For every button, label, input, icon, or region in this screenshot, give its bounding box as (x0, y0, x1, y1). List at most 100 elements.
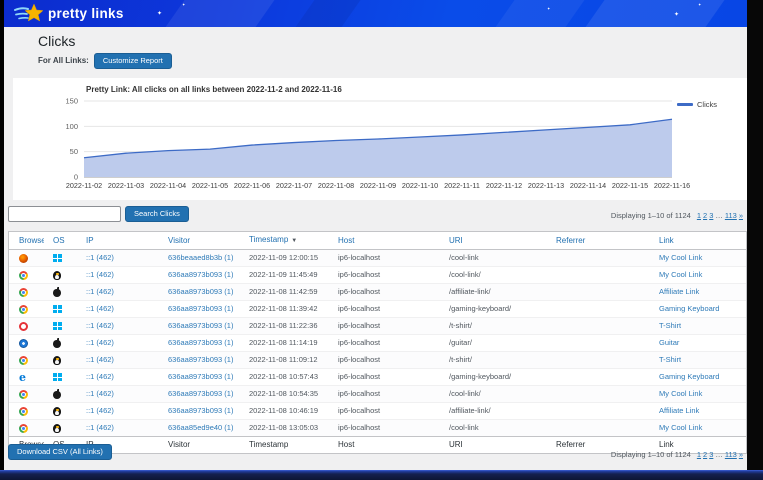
visitor-link[interactable]: 636aa8973b093 (1) (168, 304, 233, 313)
windows-os-icon (53, 322, 62, 330)
ip-cell: ::1 (462) (77, 318, 159, 335)
page-link-2[interactable]: 2 (703, 450, 707, 459)
pagination-summary: Displaying 1–10 of 1124 (611, 450, 691, 459)
pagination-summary: Displaying 1–10 of 1124 (611, 211, 691, 220)
link-cell: My Cool Link (650, 386, 746, 403)
mac-os-icon (53, 340, 61, 348)
pretty-link[interactable]: T-Shirt (659, 355, 681, 364)
column-header-host[interactable]: Host (329, 232, 440, 250)
search-input[interactable] (8, 206, 121, 222)
ip-link[interactable]: ::1 (462) (86, 372, 114, 381)
column-header-link[interactable]: Link (650, 232, 746, 250)
uri-cell: /cool-link/ (440, 267, 547, 284)
next-page-link[interactable]: » (739, 211, 743, 220)
pretty-link[interactable]: Gaming Keyboard (659, 304, 719, 313)
referrer-cell (547, 352, 650, 369)
visitor-link[interactable]: 636aa85ed9e40 (1) (168, 423, 233, 432)
referrer-cell (547, 369, 650, 386)
pretty-link[interactable]: T-Shirt (659, 321, 681, 330)
column-header-visitor[interactable]: Visitor (159, 232, 240, 250)
column-header-timestamp[interactable]: Timestamp▼ (240, 232, 329, 250)
linux-os-icon (53, 424, 61, 433)
ip-link[interactable]: ::1 (462) (86, 304, 114, 313)
filter-label: For All Links: (38, 56, 89, 65)
host-cell: ip6-localhost (329, 386, 440, 403)
opera-browser-icon (19, 322, 28, 331)
page-link-1[interactable]: 1 (697, 211, 701, 220)
host-cell: ip6-localhost (329, 267, 440, 284)
pretty-link[interactable]: My Cool Link (659, 423, 702, 432)
ip-link[interactable]: ::1 (462) (86, 253, 114, 262)
visitor-link[interactable]: 636aa8973b093 (1) (168, 338, 233, 347)
visitor-link[interactable]: 636aa8973b093 (1) (168, 355, 233, 364)
timestamp-cell: 2022-11-08 11:14:19 (240, 335, 329, 352)
uri-cell: /t-shirt/ (440, 318, 547, 335)
column-header-os[interactable]: OS (44, 232, 77, 250)
visitor-link[interactable]: 636aa8973b093 (1) (168, 287, 233, 296)
click-row: ::1 (462)636aa8973b093 (1)2022-11-08 11:… (9, 352, 746, 369)
chrome-browser-icon (19, 390, 28, 399)
ip-cell: ::1 (462) (77, 335, 159, 352)
pretty-link[interactable]: Affiliate Link (659, 406, 699, 415)
linux-os-icon (53, 356, 61, 365)
pretty-link[interactable]: Gaming Keyboard (659, 372, 719, 381)
logo-text: pretty links (48, 6, 124, 21)
pretty-link[interactable]: My Cool Link (659, 253, 702, 262)
search-clicks-button[interactable]: Search Clicks (125, 206, 189, 222)
visitor-link[interactable]: 636aa8973b093 (1) (168, 406, 233, 415)
visitor-link[interactable]: 636aa8973b093 (1) (168, 389, 233, 398)
visitor-link[interactable]: 636beaaed8b3b (1) (168, 253, 233, 262)
ip-link[interactable]: ::1 (462) (86, 338, 114, 347)
click-row: ::1 (462)636aa8973b093 (1)2022-11-08 10:… (9, 403, 746, 420)
ip-link[interactable]: ::1 (462) (86, 423, 114, 432)
page-link-last[interactable]: 113 (725, 211, 737, 220)
host-cell: ip6-localhost (329, 420, 440, 437)
ip-link[interactable]: ::1 (462) (86, 287, 114, 296)
click-row: e::1 (462)636aa8973b093 (1)2022-11-08 10… (9, 369, 746, 386)
os-cell (44, 250, 77, 267)
column-header-referrer[interactable]: Referrer (547, 232, 650, 250)
browser-cell (9, 318, 44, 335)
ip-link[interactable]: ::1 (462) (86, 355, 114, 364)
page-link-3[interactable]: 3 (709, 211, 713, 220)
visitor-cell: 636aa8973b093 (1) (159, 335, 240, 352)
pretty-links-logo[interactable]: pretty links (14, 2, 124, 24)
page-title: Clicks (38, 33, 75, 49)
clicks-table: BrowserOSIPVisitorTimestamp▼HostURIRefer… (8, 231, 747, 454)
ip-link[interactable]: ::1 (462) (86, 389, 114, 398)
referrer-cell (547, 420, 650, 437)
host-cell: ip6-localhost (329, 318, 440, 335)
download-csv-button[interactable]: Download CSV (All Links) (8, 444, 112, 460)
host-cell: ip6-localhost (329, 403, 440, 420)
ip-cell: ::1 (462) (77, 284, 159, 301)
customize-report-button[interactable]: Customize Report (94, 53, 172, 69)
sparkle-icon: ✦ (157, 11, 162, 17)
host-cell: ip6-localhost (329, 301, 440, 318)
footer-column-header-timestamp: Timestamp (240, 437, 329, 454)
visitor-cell: 636aa8973b093 (1) (159, 301, 240, 318)
x-axis-tick: 2022-11-13 (528, 181, 564, 190)
visitor-link[interactable]: 636aa8973b093 (1) (168, 321, 233, 330)
visitor-link[interactable]: 636aa8973b093 (1) (168, 372, 233, 381)
next-page-link[interactable]: » (739, 450, 743, 459)
x-axis-tick: 2022-11-15 (612, 181, 648, 190)
page-link-3[interactable]: 3 (709, 450, 713, 459)
column-header-ip[interactable]: IP (77, 232, 159, 250)
pretty-link[interactable]: My Cool Link (659, 389, 702, 398)
uri-cell: /gaming-keyboard/ (440, 301, 547, 318)
uri-cell: /cool-link (440, 250, 547, 267)
pretty-link[interactable]: Guitar (659, 338, 679, 347)
visitor-link[interactable]: 636aa8973b093 (1) (168, 270, 233, 279)
ip-link[interactable]: ::1 (462) (86, 321, 114, 330)
ip-link[interactable]: ::1 (462) (86, 406, 114, 415)
pretty-link[interactable]: Affiliate Link (659, 287, 699, 296)
visitor-cell: 636aa85ed9e40 (1) (159, 420, 240, 437)
pretty-link[interactable]: My Cool Link (659, 270, 702, 279)
page-link-2[interactable]: 2 (703, 211, 707, 220)
column-header-uri[interactable]: URI (440, 232, 547, 250)
page-link-last[interactable]: 113 (725, 450, 737, 459)
chart-card: 0501001502022-11-022022-11-032022-11-042… (13, 78, 747, 200)
column-header-browser[interactable]: Browser (9, 232, 44, 250)
ip-link[interactable]: ::1 (462) (86, 270, 114, 279)
page-link-1[interactable]: 1 (697, 450, 701, 459)
